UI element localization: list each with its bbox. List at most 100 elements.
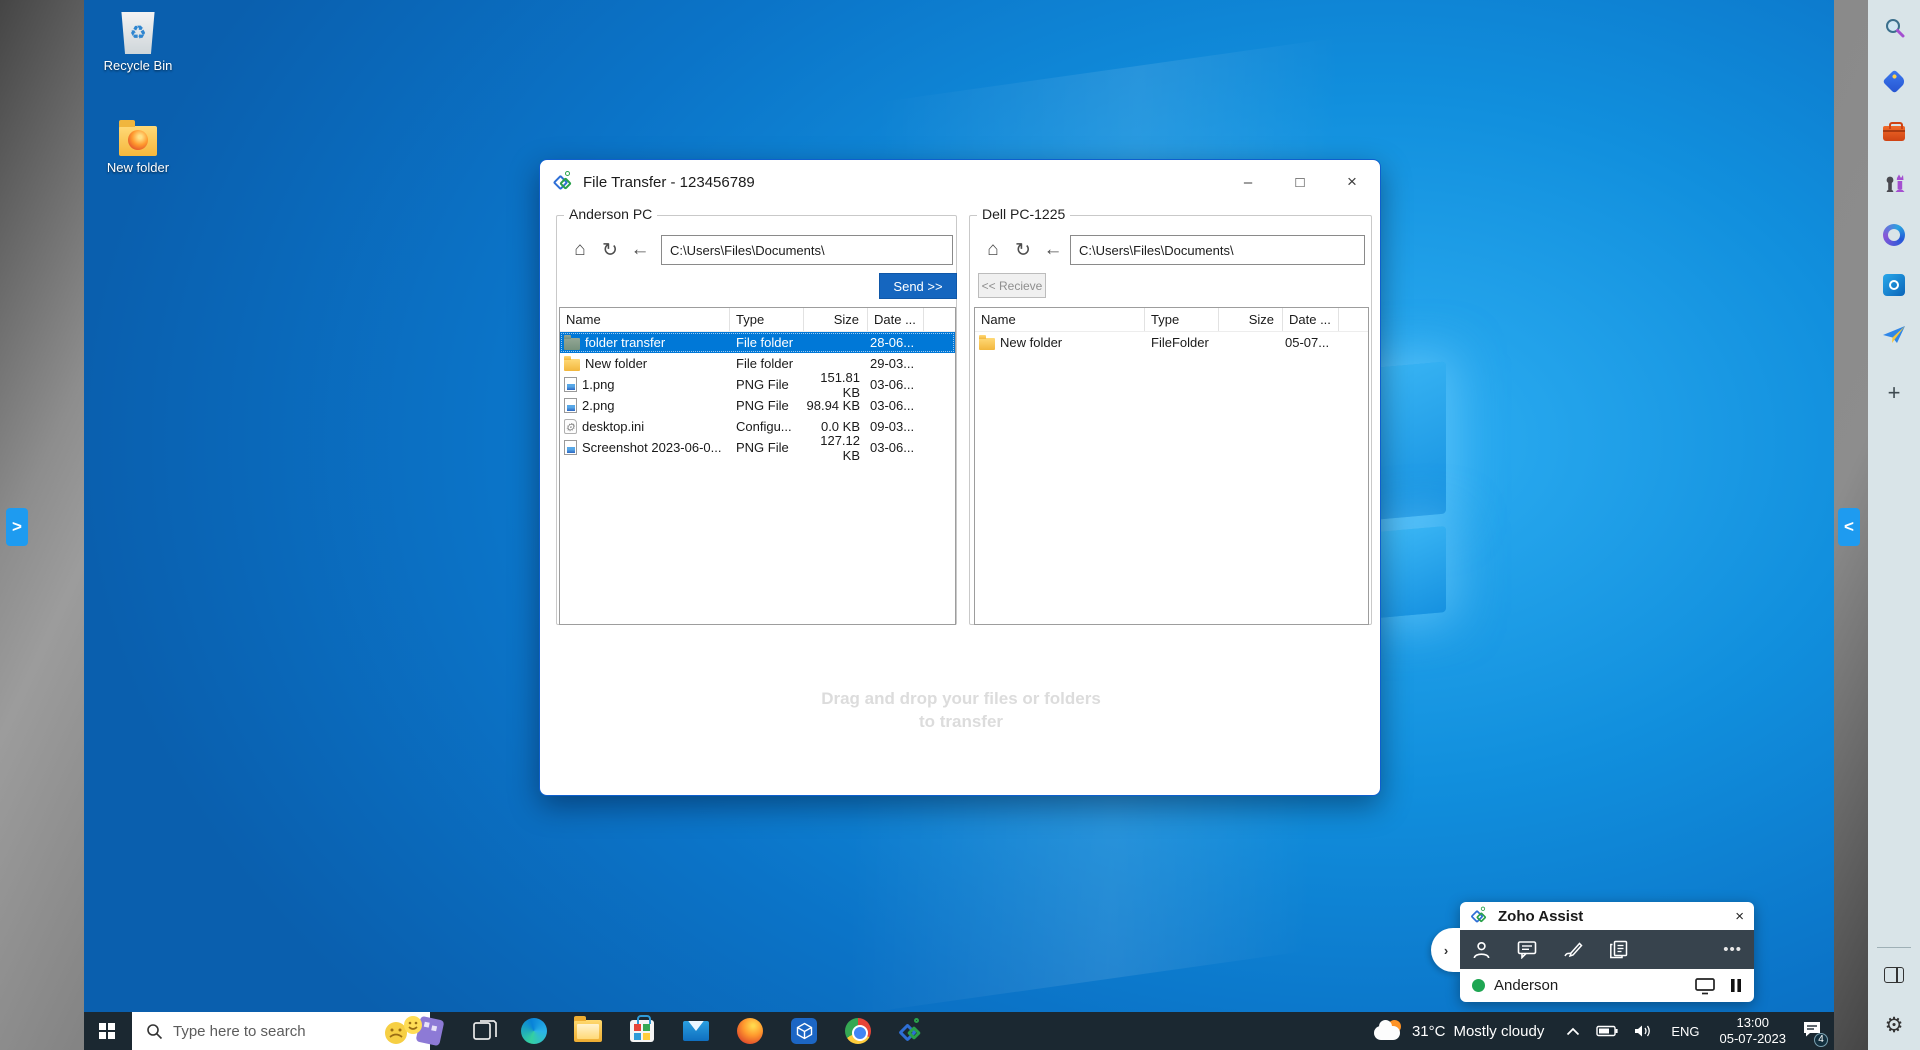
path-input[interactable]: C:\Users\Files\Documents\ [1070, 235, 1365, 265]
file-type-icon [979, 338, 995, 350]
monitor-icon[interactable] [1694, 977, 1716, 995]
recycle-bin-icon: ♻ [120, 12, 156, 54]
desktop-icon-new-folder[interactable]: New folder [99, 118, 177, 175]
weather-temp: 31°C [1412, 1023, 1446, 1040]
zoho-assist-logo [1472, 908, 1489, 925]
add-icon[interactable]: + [1879, 378, 1909, 408]
annotate-icon[interactable] [1563, 940, 1583, 959]
battery-icon[interactable] [1596, 1025, 1618, 1037]
folder-firefox-icon [119, 126, 157, 156]
outlook-icon[interactable] [1879, 270, 1909, 300]
store-icon[interactable] [615, 1012, 669, 1050]
close-icon[interactable]: × [1735, 908, 1744, 925]
edge-icon[interactable] [507, 1012, 561, 1050]
desktop-icon-recycle-bin[interactable]: ♻ Recycle Bin [99, 12, 177, 73]
microsoft-365-icon[interactable] [1879, 220, 1909, 250]
table-row[interactable]: 1.png PNG File 151.81 KB 03-06... [560, 374, 955, 395]
panel-remote: Dell PC-1225 ⌂ ↻ ← C:\Users\Files\Docume… [969, 215, 1372, 625]
zoho-assist-widget: › Zoho Assist × ••• Anderson [1460, 902, 1754, 1002]
column-size[interactable]: Size [804, 308, 868, 331]
language-indicator[interactable]: ENG [1671, 1024, 1699, 1039]
screen: > ♻ Recycle Bin New folder File Transfer… [0, 0, 1920, 1050]
search-icon[interactable] [1879, 12, 1909, 42]
table-row[interactable]: New folder File folder 29-03... [560, 353, 955, 374]
file-list-local: Name Type Size Date ... folder transfer … [559, 307, 956, 625]
tools-icon[interactable] [1879, 118, 1909, 148]
table-row[interactable]: desktop.ini Configu... 0.0 KB 09-03... [560, 416, 955, 437]
table-row[interactable]: Screenshot 2023-06-0... PNG File 127.12 … [560, 437, 955, 458]
search-placeholder: Type here to search [173, 1023, 306, 1040]
clock[interactable]: 13:00 05-07-2023 [1720, 1015, 1787, 1047]
viewer-right-margin: < [1834, 0, 1868, 1050]
widget-title: Zoho Assist [1498, 908, 1735, 925]
table-row[interactable]: New folder FileFolder 05-07... [975, 332, 1368, 353]
column-name[interactable]: Name [975, 308, 1145, 331]
file-type-icon [564, 440, 577, 455]
mail-icon[interactable] [669, 1012, 723, 1050]
send-button[interactable]: Send >> [879, 273, 957, 299]
receive-button[interactable]: << Recieve [978, 273, 1046, 298]
column-date[interactable]: Date ... [1283, 308, 1339, 331]
list-header[interactable]: Name Type Size Date ... [560, 308, 955, 332]
column-type[interactable]: Type [730, 308, 804, 331]
zoho-assist-icon[interactable] [885, 1012, 939, 1050]
file-type-icon [564, 398, 577, 413]
back-icon[interactable]: ← [1038, 239, 1068, 261]
minimize-button[interactable]: – [1222, 160, 1274, 204]
participant-icon[interactable] [1472, 940, 1491, 959]
windows-logo-icon [99, 1023, 115, 1039]
drop-icon[interactable] [1879, 320, 1909, 350]
file-type-icon [564, 338, 580, 350]
theater-masks-and-film-icon[interactable] [380, 1014, 446, 1048]
edge-sidebar: + ⚙ [1868, 0, 1920, 1050]
file-type-icon [564, 377, 577, 392]
viewer-left-margin: > [0, 0, 84, 1050]
chrome-icon[interactable] [831, 1012, 885, 1050]
taskbar: Type here to search [84, 1012, 1834, 1050]
firefox-icon[interactable] [723, 1012, 777, 1050]
column-size[interactable]: Size [1219, 308, 1283, 331]
home-icon[interactable]: ⌂ [978, 239, 1008, 261]
file-type-icon [564, 359, 580, 371]
refresh-icon[interactable]: ↻ [595, 239, 625, 262]
task-view-icon[interactable] [472, 1019, 498, 1043]
clipboard-icon[interactable] [1609, 940, 1628, 959]
file-list-remote: Name Type Size Date ... New folder FileF… [974, 307, 1369, 625]
chevron-up-icon[interactable] [1566, 1027, 1580, 1036]
close-button[interactable]: × [1326, 160, 1378, 204]
left-expand-tab[interactable]: > [6, 508, 28, 546]
pause-icon[interactable] [1730, 978, 1742, 993]
file-explorer-icon[interactable] [561, 1012, 615, 1050]
sun-cloud-icon [1374, 1020, 1404, 1042]
column-name[interactable]: Name [560, 308, 730, 331]
table-row[interactable]: folder transfer File folder 28-06... [560, 332, 955, 353]
back-icon[interactable]: ← [625, 239, 655, 261]
remote-cube-icon[interactable] [777, 1012, 831, 1050]
more-icon[interactable]: ••• [1723, 941, 1742, 958]
file-type-icon [564, 419, 577, 434]
games-icon[interactable] [1879, 168, 1909, 198]
home-icon[interactable]: ⌂ [565, 239, 595, 261]
column-date[interactable]: Date ... [868, 308, 924, 331]
table-row[interactable]: 2.png PNG File 98.94 KB 03-06... [560, 395, 955, 416]
settings-icon[interactable]: ⚙ [1879, 1010, 1909, 1040]
sidebar-divider [1877, 947, 1911, 948]
list-header[interactable]: Name Type Size Date ... [975, 308, 1368, 332]
speaker-icon[interactable] [1634, 1024, 1653, 1038]
sidebar-panel-icon[interactable] [1879, 960, 1909, 990]
notification-center-icon[interactable]: 4 [1802, 1020, 1822, 1043]
online-status-dot [1472, 979, 1485, 992]
path-input[interactable]: C:\Users\Files\Documents\ [661, 235, 953, 265]
column-type[interactable]: Type [1145, 308, 1219, 331]
refresh-icon[interactable]: ↻ [1008, 239, 1038, 262]
right-collapse-tab[interactable]: < [1838, 508, 1860, 546]
weather-widget[interactable]: 31°C Mostly cloudy [1374, 1020, 1544, 1042]
chat-icon[interactable] [1517, 940, 1537, 959]
session-user-name: Anderson [1494, 977, 1694, 994]
maximize-button[interactable]: □ [1274, 160, 1326, 204]
notification-badge: 4 [1814, 1033, 1828, 1047]
shopping-tag-icon[interactable] [1879, 66, 1909, 96]
widget-header[interactable]: Zoho Assist × [1460, 902, 1754, 930]
start-button[interactable] [84, 1012, 130, 1050]
panel-title: Dell PC-1225 [977, 206, 1070, 222]
